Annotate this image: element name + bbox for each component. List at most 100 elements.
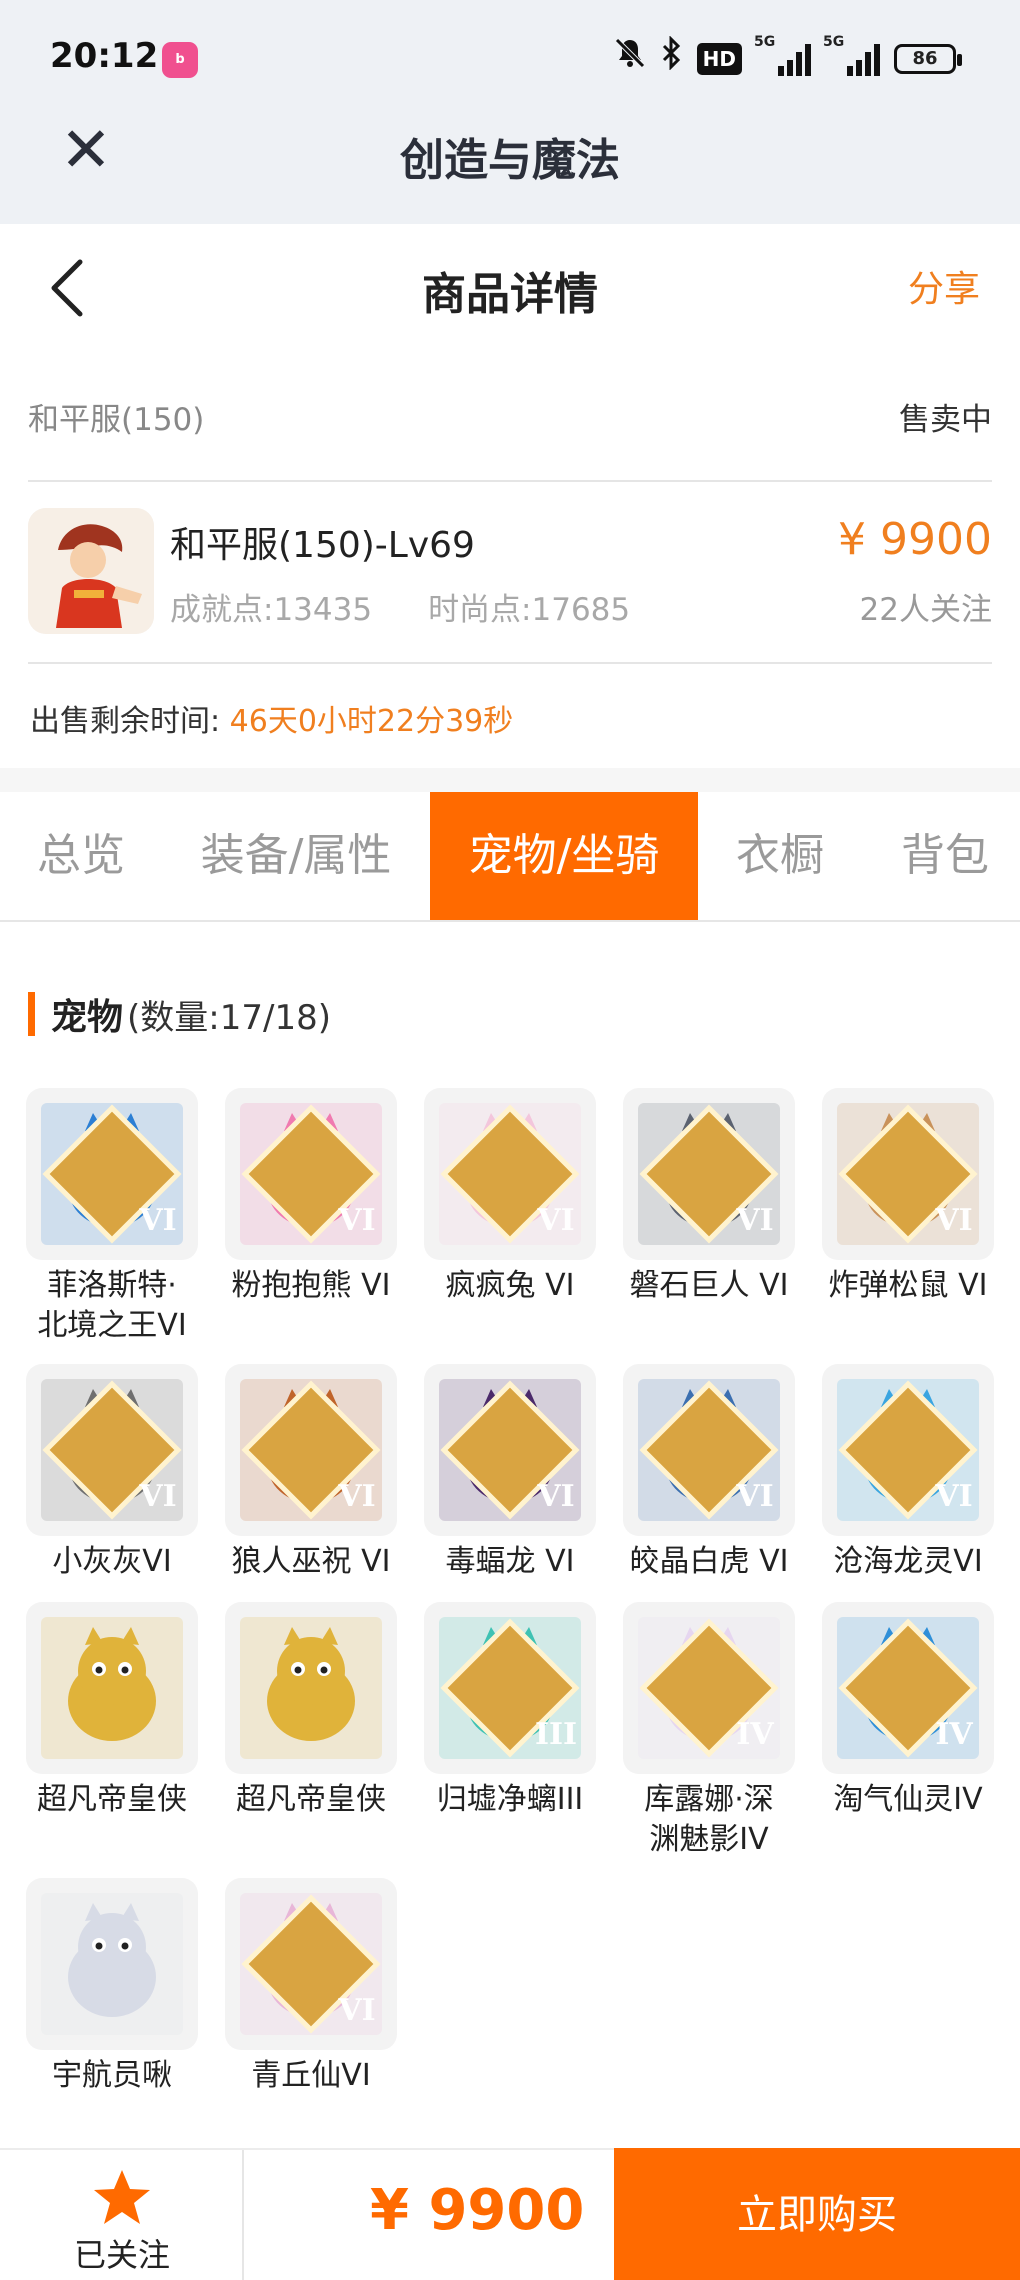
section-count: (数量:17/18)	[127, 997, 331, 1038]
tab-equipment[interactable]: 装备/属性	[172, 792, 420, 920]
achievement-points: 成就点:13435	[170, 592, 373, 628]
status-time: 20:12	[50, 36, 159, 76]
rock-giant-icon: VI	[623, 1088, 795, 1260]
follower-count: 22人关注	[859, 592, 992, 628]
bluetooth-icon	[661, 35, 683, 82]
grade-label: III	[534, 1717, 578, 1752]
pet-name: 炸弹松鼠 VI	[828, 1268, 988, 1303]
grade-label: IV	[736, 1717, 774, 1752]
remaining-time-value: 46天0小时22分39秒	[229, 704, 514, 739]
pet-card[interactable]: VI 皎晶白虎 VI	[609, 1364, 809, 1582]
server-row: 和平服(150) 售卖中	[28, 384, 992, 444]
gray-wolf-icon: VI	[26, 1364, 198, 1536]
pet-name: 毒蝠龙 VI	[445, 1544, 575, 1579]
grade-label: VI	[338, 1203, 376, 1238]
server-name: 和平服(150)	[28, 402, 205, 438]
pet-name: 淘气仙灵IV	[833, 1782, 983, 1817]
fashion-points: 时尚点:17685	[428, 592, 631, 628]
pink-bear-icon: VI	[225, 1088, 397, 1260]
section-title: 宠物 (数量:17/18)	[28, 990, 331, 1038]
status-bar: 20:12 b HD 5G 5G 86	[0, 0, 1020, 120]
hd-voice-icon: HD	[696, 43, 742, 75]
pet-card[interactable]: VI 疯疯兔 VI	[410, 1088, 610, 1306]
emperor-hero-icon	[26, 1602, 198, 1774]
grade-label: VI	[139, 1203, 177, 1238]
follow-button[interactable]: 已关注	[0, 2150, 244, 2280]
buy-now-button[interactable]: 立即购买	[614, 2148, 1020, 2280]
remaining-time-label: 出售剩余时间:	[30, 704, 221, 739]
remaining-time: 出售剩余时间: 46天0小时22分39秒	[30, 696, 513, 740]
tab-overview[interactable]: 总览	[0, 792, 162, 920]
grade-label: VI	[537, 1203, 575, 1238]
section-accent-bar	[28, 992, 35, 1036]
pet-card[interactable]: VI 小灰灰VI	[12, 1364, 212, 1582]
divider	[28, 480, 992, 482]
page-title: 商品详情	[422, 269, 598, 320]
astronaut-icon	[26, 1878, 198, 2050]
pet-name: 归墟净螭III	[436, 1782, 584, 1817]
bottom-bar: 已关注 ¥ 9900 立即购买	[0, 2148, 1020, 2280]
naughty-fairy-icon: IV	[822, 1602, 994, 1774]
pet-name-line2: 渊魅影IV	[649, 1822, 769, 1857]
grade-label: IV	[935, 1717, 973, 1752]
grade-label: VI	[935, 1479, 973, 1514]
sea-dragon-spirit-icon: VI	[822, 1364, 994, 1536]
bilibili-app-icon: b	[162, 42, 198, 78]
pet-card[interactable]: VI 磐石巨人 VI	[609, 1088, 809, 1306]
grade-label: VI	[736, 1203, 774, 1238]
crazy-rabbit-icon: VI	[424, 1088, 596, 1260]
tab-pets-mounts[interactable]: 宠物/坐骑	[430, 792, 698, 920]
pet-card[interactable]: 宇航员啾	[12, 1878, 212, 2096]
grade-label: VI	[736, 1479, 774, 1514]
pet-card[interactable]: 超凡帝皇侠	[12, 1602, 212, 1820]
pet-name: 青丘仙VI	[251, 2058, 371, 2093]
pet-card[interactable]: VI 狼人巫祝 VI	[211, 1364, 411, 1582]
tab-backpack[interactable]: 背包	[870, 792, 1020, 920]
werewolf-shaman-icon: VI	[225, 1364, 397, 1536]
pet-name: 沧海龙灵VI	[833, 1544, 983, 1579]
detail-tabs: 总览 装备/属性 宠物/坐骑 衣橱 背包	[0, 792, 1020, 922]
status-icons: HD 5G 5G 86	[613, 34, 962, 82]
item-title: 和平服(150)-Lv69	[170, 525, 475, 566]
pet-card[interactable]: VI 粉抱抱熊 VI	[211, 1088, 411, 1306]
item-price: ¥ 9900	[838, 514, 992, 565]
divider	[28, 662, 992, 664]
pet-name: 疯疯兔 VI	[445, 1268, 575, 1303]
pet-card[interactable]: VI 青丘仙VI	[211, 1878, 411, 2096]
pet-card[interactable]: VI 毒蝠龙 VI	[410, 1364, 610, 1582]
pet-card[interactable]: 超凡帝皇侠	[211, 1602, 411, 1820]
pet-card[interactable]: VI 沧海龙灵VI	[808, 1364, 1008, 1582]
pet-name: 磐石巨人 VI	[629, 1268, 789, 1303]
pet-card[interactable]: III 归墟净螭III	[410, 1602, 610, 1820]
pet-card[interactable]: IV 淘气仙灵IV	[808, 1602, 1008, 1820]
pet-name: 狼人巫祝 VI	[231, 1544, 391, 1579]
share-button[interactable]: 分享	[908, 260, 980, 312]
sale-status: 售卖中	[899, 402, 992, 438]
pet-name: 宇航员啾	[52, 2058, 172, 2093]
jade-dragon-icon: III	[424, 1602, 596, 1774]
white-tiger-icon: VI	[623, 1364, 795, 1536]
section-separator	[0, 768, 1020, 792]
pet-card[interactable]: VI 炸弹松鼠 VI	[808, 1088, 1008, 1306]
app-header-area: 20:12 b HD 5G 5G 86 ✕ 创造与魔法	[0, 0, 1020, 224]
star-icon	[94, 2170, 150, 2224]
grade-label: VI	[935, 1203, 973, 1238]
pet-name: 菲洛斯特·	[47, 1268, 177, 1303]
pet-name: 皎晶白虎 VI	[629, 1544, 789, 1579]
follow-label: 已关注	[73, 2236, 170, 2274]
mute-bell-icon	[613, 36, 647, 82]
character-avatar	[28, 508, 154, 634]
page-header: 商品详情 分享	[0, 224, 1020, 350]
pet-name: 库露娜·深	[644, 1782, 774, 1817]
grade-label: VI	[338, 1993, 376, 2028]
pet-name: 粉抱抱熊 VI	[231, 1268, 391, 1303]
signal-5g-icon-2: 5G	[823, 34, 880, 76]
grade-label: VI	[139, 1479, 177, 1514]
pet-card[interactable]: VI 菲洛斯特· 北境之王VI	[12, 1088, 212, 1346]
pet-name: 超凡帝皇侠	[236, 1782, 386, 1817]
section-name: 宠物	[51, 997, 124, 1038]
total-price: ¥ 9900	[370, 2178, 585, 2243]
tab-wardrobe[interactable]: 衣橱	[700, 792, 860, 920]
grade-label: VI	[537, 1479, 575, 1514]
pet-card[interactable]: IV 库露娜·深渊魅影IV	[609, 1602, 809, 1860]
